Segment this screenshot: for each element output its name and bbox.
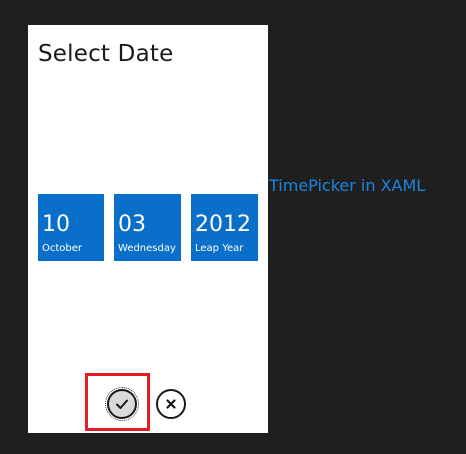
- month-caption: Wednesday: [118, 243, 176, 254]
- app-window: Select Date 10 October 03 Wednesday 2012…: [0, 0, 466, 454]
- checkmark-icon: [116, 399, 128, 409]
- day-selector[interactable]: 10 October: [38, 194, 104, 261]
- year-value: 2012: [195, 212, 251, 237]
- year-caption: Leap Year: [195, 243, 244, 254]
- month-selector[interactable]: 03 Wednesday: [114, 194, 181, 261]
- date-picker-panel: Select Date 10 October 03 Wednesday 2012…: [28, 25, 268, 433]
- day-value: 10: [42, 212, 70, 237]
- cancel-button[interactable]: [156, 389, 186, 419]
- day-caption: October: [42, 243, 83, 254]
- page-title: Select Date: [38, 41, 174, 67]
- year-selector[interactable]: 2012 Leap Year: [191, 194, 258, 261]
- timepicker-label: TimePicker in XAML: [269, 176, 426, 195]
- month-value: 03: [118, 212, 146, 237]
- accept-button[interactable]: [105, 387, 139, 421]
- close-icon: [166, 399, 176, 409]
